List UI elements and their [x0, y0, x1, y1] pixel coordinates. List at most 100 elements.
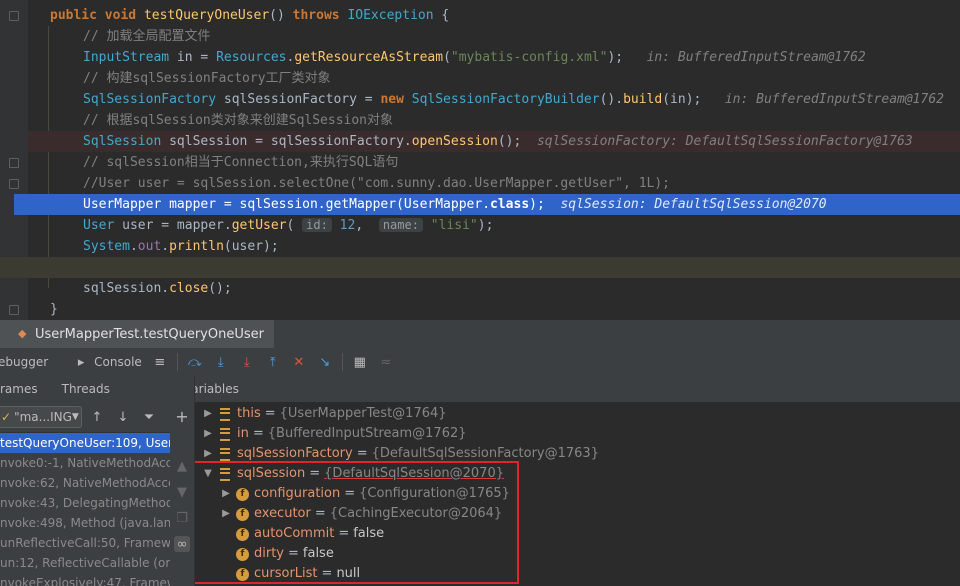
code-token: user = mapper.: [122, 218, 232, 233]
chevron-down-icon: ▼: [71, 412, 79, 422]
frames-toolbar: ✓ "ma...ING ▼ ↑ ↓ ⏷: [0, 402, 170, 433]
tab-threads[interactable]: Threads: [62, 382, 110, 396]
move-up-icon[interactable]: ▲: [174, 458, 190, 474]
variable-row[interactable]: ▶ sqlSessionFactory = {DefaultSqlSession…: [201, 444, 599, 464]
variable-row-expanded[interactable]: ▼ sqlSession = {DefaultSqlSession@2070}: [201, 464, 504, 484]
code-text: UserMapper mapper = sqlSession.getMapper…: [83, 194, 827, 215]
variable-row[interactable]: ▶ f configuration = {Configuration@1765}: [219, 484, 510, 504]
force-step-into-icon[interactable]: ⤓: [239, 354, 255, 370]
code-text: System.out.println(user);: [83, 236, 279, 257]
fold-marker[interactable]: [9, 11, 19, 21]
variable-row[interactable]: ▶ this = {UserMapperTest@1764}: [201, 404, 446, 424]
code-line-8: // sqlSession相当于Connection,来执行SQL语句: [28, 152, 960, 173]
frame-row[interactable]: nvokeExplosively:47, Framew: [0, 573, 170, 586]
fold-marker[interactable]: [9, 158, 19, 168]
frame-row[interactable]: testQueryOneUser:109, UserM: [0, 433, 170, 453]
add-watch-icon[interactable]: +: [174, 407, 190, 426]
chevron-right-icon[interactable]: ▶: [219, 504, 233, 524]
field-icon: [218, 427, 232, 441]
code-token: // 构建sqlSessionFactory工厂类对象: [83, 71, 331, 86]
code-token: {: [441, 8, 450, 23]
watches-toggle-icon[interactable]: ∞: [174, 536, 190, 552]
trace-icon[interactable]: ≈: [378, 354, 394, 370]
drop-frame-icon[interactable]: ✕: [291, 354, 307, 370]
arrow-down-icon[interactable]: ↓: [115, 409, 131, 425]
chevron-right-icon[interactable]: ▶: [219, 484, 233, 504]
fold-marker[interactable]: [9, 179, 19, 189]
copy-icon[interactable]: ❐: [174, 510, 190, 526]
variable-name: sqlSession: [237, 466, 306, 481]
frame-row[interactable]: nvoke:43, DelegatingMethod: [0, 493, 170, 513]
debug-inline-value: in: BufferedInputStream@1762: [724, 92, 944, 107]
chevron-down-icon[interactable]: ▼: [201, 464, 215, 484]
move-down-icon[interactable]: ▼: [174, 484, 190, 500]
chevron-right-icon[interactable]: ▶: [201, 424, 215, 444]
run-config-icon: ◆: [18, 327, 27, 340]
step-over-icon[interactable]: ⤼: [187, 354, 203, 370]
code-token: ();: [208, 281, 232, 296]
frame-row[interactable]: unReflectiveCall:50, Framew: [0, 533, 170, 553]
chevron-right-icon[interactable]: ▶: [201, 444, 215, 464]
code-token: UserMapper: [403, 197, 483, 212]
step-out-icon[interactable]: ⤒: [265, 354, 281, 370]
code-token: ().: [599, 92, 624, 107]
code-token: build: [623, 92, 663, 107]
variable-row[interactable]: f autoCommit = false: [219, 524, 384, 544]
code-token: SqlSessionFactory: [83, 92, 224, 107]
tab-frames[interactable]: rames: [0, 382, 38, 396]
frame-row[interactable]: nvoke0:-1, NativeMethodAcce: [0, 453, 170, 473]
code-token: "lisi": [422, 218, 478, 233]
console-label: Console: [94, 355, 142, 369]
debug-inline-value: sqlSession: DefaultSqlSession@2070: [560, 197, 827, 212]
run-to-cursor-icon[interactable]: ↘: [317, 354, 333, 370]
variable-value: {Configuration@1765}: [359, 486, 510, 501]
code-line-15: }: [28, 299, 960, 320]
code-token: InputStream: [83, 50, 177, 65]
code-token: .: [161, 239, 170, 254]
variable-name: executor: [254, 506, 311, 521]
variable-value: false: [302, 546, 334, 561]
tab-run-config[interactable]: ◆ UserMapperTest.testQueryOneUser: [0, 320, 274, 348]
variable-row[interactable]: f dirty = false: [219, 544, 334, 564]
arrow-up-icon[interactable]: ↑: [89, 409, 105, 425]
filter-icon[interactable]: ⏷: [141, 409, 157, 425]
code-token: sqlSessionFactory =: [223, 92, 381, 107]
tab-debugger[interactable]: ebugger: [0, 348, 48, 376]
console-icon: ▸: [77, 354, 85, 370]
code-token: );: [607, 50, 647, 65]
code-token: Resources: [216, 50, 287, 65]
evaluate-expression-icon[interactable]: ▦: [352, 354, 368, 370]
variables-toolbar: + ▲ ▼ ❐ ∞: [170, 376, 195, 586]
layout-menu-icon[interactable]: ≡: [152, 354, 168, 370]
code-editor[interactable]: public void testQueryOneUser() throws IO…: [0, 0, 960, 320]
variables-header: Variables: [195, 376, 960, 402]
thread-dropdown[interactable]: ✓ "ma...ING ▼: [0, 406, 82, 428]
code-token: (user);: [223, 239, 279, 254]
variable-name: this: [237, 406, 261, 421]
code-token: }: [50, 302, 58, 317]
code-text: User user = mapper.getUser( id: 12, name…: [83, 215, 493, 236]
variable-row[interactable]: f cursorList = null: [219, 564, 360, 584]
chevron-right-icon[interactable]: ▶: [201, 404, 215, 424]
variable-name: autoCommit: [254, 526, 335, 541]
code-token: out: [137, 239, 162, 254]
fold-marker[interactable]: [9, 305, 19, 315]
code-token: ,: [355, 218, 379, 233]
frame-row[interactable]: un:12, ReflectiveCallable (or: [0, 553, 170, 573]
tab-console[interactable]: ▸ Console: [68, 348, 142, 376]
variable-row[interactable]: ▶ f executor = {CachingExecutor@2064}: [219, 504, 502, 524]
variable-value: {CachingExecutor@2064}: [329, 506, 503, 521]
variable-name: cursorList: [254, 566, 318, 581]
code-line-12: System.out.println(user);: [28, 236, 960, 257]
variable-row[interactable]: ▶ in = {BufferedInputStream@1762}: [201, 424, 466, 444]
code-token: .: [482, 197, 491, 212]
code-token: );: [529, 197, 561, 212]
frame-row[interactable]: nvoke:62, NativeMethodAcces: [0, 473, 170, 493]
code-token: 12: [331, 218, 356, 233]
step-into-icon[interactable]: ⤓: [213, 354, 229, 370]
frame-row[interactable]: nvoke:498, Method (java.lan: [0, 513, 170, 533]
field-icon: [218, 447, 232, 461]
code-token: in =: [176, 50, 217, 65]
code-token: SqlSession: [83, 134, 170, 149]
code-text: // 加载全局配置文件: [83, 26, 210, 47]
